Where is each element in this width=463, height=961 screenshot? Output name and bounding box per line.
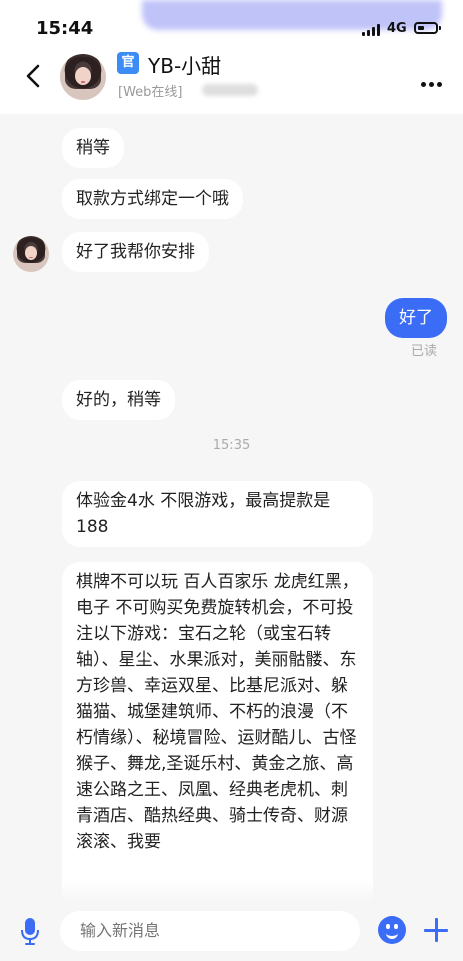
emoji-icon[interactable] bbox=[378, 916, 406, 944]
microphone-icon[interactable] bbox=[20, 918, 40, 946]
message-bubble[interactable]: 体验金4水 不限游戏，最高提款是188 bbox=[62, 481, 373, 547]
message-bubble[interactable]: 好的，稍等 bbox=[62, 380, 175, 420]
more-dots-icon[interactable] bbox=[421, 72, 445, 91]
contact-name[interactable]: YB-小甜 bbox=[148, 50, 221, 79]
signal-icon bbox=[362, 24, 382, 36]
contact-avatar[interactable] bbox=[60, 54, 106, 100]
message-timestamp: 15:35 bbox=[212, 438, 251, 453]
battery-icon bbox=[414, 22, 441, 34]
message-bubble[interactable]: 好了我帮你安排 bbox=[62, 232, 209, 272]
official-badge: 官 bbox=[117, 52, 139, 74]
my-message-bubble[interactable]: 好了 bbox=[385, 298, 447, 338]
message-bubble[interactable]: 取款方式绑定一个哦 bbox=[62, 179, 243, 219]
status-bar: 15:44 4G bbox=[0, 0, 463, 52]
presence-status: [Web在线] bbox=[118, 85, 183, 100]
message-bubble[interactable]: 棋牌不可以玩 百人百家乐 龙虎红黑，电子 不可购买免费旋转机会，不可投注以下游戏… bbox=[62, 562, 373, 912]
status-time: 15:44 bbox=[36, 18, 94, 39]
blurred-info bbox=[202, 84, 258, 96]
message-input[interactable] bbox=[60, 911, 360, 951]
scroll-fade bbox=[0, 880, 463, 902]
sender-avatar[interactable] bbox=[13, 236, 49, 272]
network-label: 4G bbox=[387, 21, 407, 36]
message-bubble[interactable]: 稍等 bbox=[62, 128, 124, 168]
read-receipt: 已读 bbox=[411, 344, 438, 359]
chevron-left-icon[interactable] bbox=[20, 62, 48, 90]
plus-icon[interactable] bbox=[422, 916, 450, 944]
input-bar bbox=[0, 900, 463, 961]
